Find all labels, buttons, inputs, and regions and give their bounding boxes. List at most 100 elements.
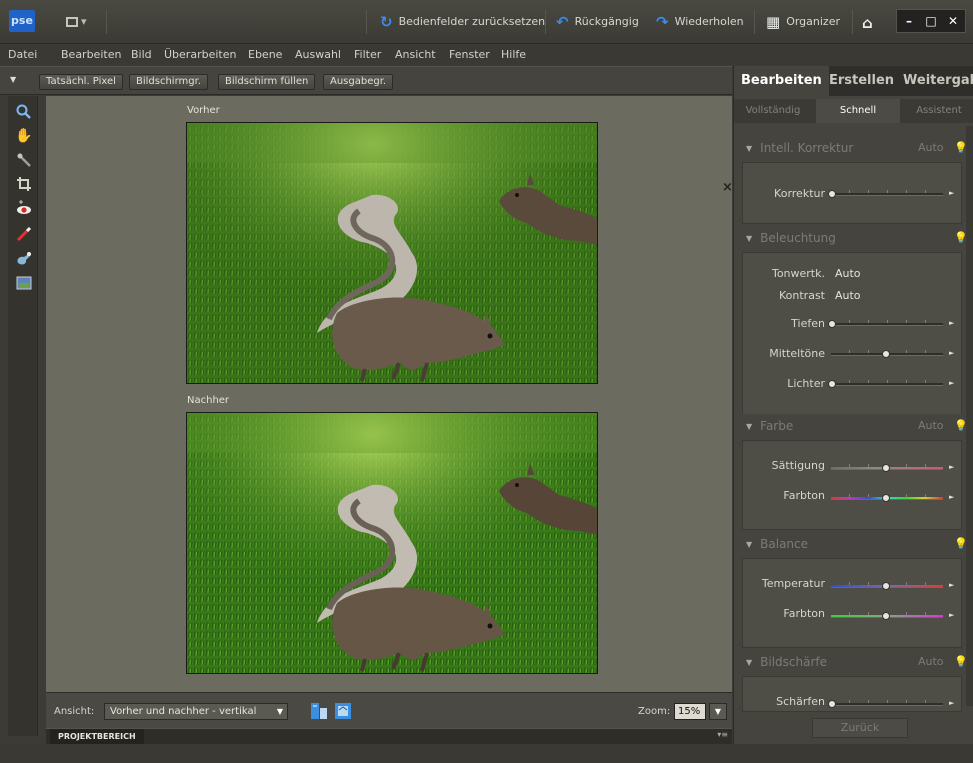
undo-button[interactable]: ↶ Rückgängig bbox=[556, 12, 639, 32]
korrektur-slider[interactable]: ► bbox=[828, 189, 954, 199]
quick-selection-tool-icon[interactable] bbox=[15, 152, 33, 170]
view-mode-select[interactable]: Vorher und nachher - vertikal ▼ bbox=[104, 703, 288, 720]
organizer-grid-icon: ▦ bbox=[766, 13, 781, 31]
right-panel: Bearbeiten Erstellen Weitergabe Vollstän… bbox=[733, 66, 973, 744]
slider-expand-icon[interactable]: ► bbox=[949, 699, 954, 707]
slider-expand-icon[interactable]: ► bbox=[949, 581, 954, 589]
subtab-vollstaendig[interactable]: Vollständig bbox=[734, 99, 812, 123]
menu-bearbeiten[interactable]: Bearbeiten bbox=[61, 48, 121, 61]
tab-erstellen[interactable]: Erstellen bbox=[822, 66, 901, 96]
slider-knob[interactable] bbox=[828, 700, 836, 708]
midtones-slider[interactable]: ► bbox=[831, 349, 954, 359]
crop-tool-icon[interactable] bbox=[15, 176, 33, 194]
menu-hilfe[interactable]: Hilfe bbox=[501, 48, 526, 61]
fit-screen-button[interactable]: Bildschirmgr. bbox=[129, 74, 208, 90]
slider-knob[interactable] bbox=[828, 190, 836, 198]
options-collapse-icon[interactable]: ▼ bbox=[10, 75, 16, 84]
tab-weitergabe[interactable]: Weitergabe bbox=[896, 66, 973, 96]
lighting-header[interactable]: ▼ Beleuchtung 💡 bbox=[734, 226, 968, 250]
slider-knob[interactable] bbox=[882, 582, 890, 590]
home-icon: ⌂ bbox=[862, 13, 873, 32]
smart-fix-header[interactable]: ▼ Intell. Korrektur Auto 💡 bbox=[734, 136, 968, 160]
smart-fix-auto-button[interactable]: Auto bbox=[918, 136, 944, 160]
collapse-triangle-icon: ▼ bbox=[746, 234, 753, 243]
sharpness-header[interactable]: ▼ Bildschärfe Auto 💡 bbox=[734, 650, 968, 674]
menu-filter[interactable]: Filter bbox=[354, 48, 381, 61]
slider-knob[interactable] bbox=[882, 464, 890, 472]
slider-knob[interactable] bbox=[882, 612, 890, 620]
panel-menu-icon[interactable]: ▾≡ bbox=[717, 730, 728, 739]
swap-before-after-icon[interactable] bbox=[310, 702, 328, 720]
slider-expand-icon[interactable]: ► bbox=[949, 493, 954, 501]
slider-knob[interactable] bbox=[828, 320, 836, 328]
color-auto-button[interactable]: Auto bbox=[918, 414, 944, 438]
color-header[interactable]: ▼ Farbe Auto 💡 bbox=[734, 414, 968, 438]
levels-auto-button[interactable]: Auto bbox=[835, 267, 861, 280]
hand-tool-icon[interactable]: ✋ bbox=[15, 127, 33, 145]
zoom-dropdown-icon[interactable]: ▼ bbox=[709, 703, 727, 720]
blue-sky-tool-icon[interactable] bbox=[15, 251, 33, 269]
menu-ansicht[interactable]: Ansicht bbox=[395, 48, 436, 61]
hue-slider[interactable]: ► bbox=[831, 493, 954, 503]
after-image[interactable] bbox=[186, 412, 598, 674]
layout-menu-button[interactable]: ▾ bbox=[62, 12, 100, 32]
print-size-button[interactable]: Ausgabegr. bbox=[323, 74, 394, 90]
highlights-label: Lichter bbox=[787, 377, 825, 390]
slider-expand-icon[interactable]: ► bbox=[949, 349, 954, 357]
slider-expand-icon[interactable]: ► bbox=[949, 189, 954, 197]
fill-screen-button[interactable]: Bildschirm füllen bbox=[218, 74, 316, 90]
contrast-auto-button[interactable]: Auto bbox=[835, 289, 861, 302]
project-bin-tab[interactable]: PROJEKTBEREICH bbox=[50, 729, 144, 744]
balance-header[interactable]: ▼ Balance 💡 bbox=[734, 532, 968, 556]
whiten-teeth-tool-icon[interactable] bbox=[15, 226, 33, 244]
organizer-button[interactable]: ▦ Organizer bbox=[766, 12, 840, 32]
menu-fenster[interactable]: Fenster bbox=[449, 48, 490, 61]
tab-bearbeiten[interactable]: Bearbeiten bbox=[734, 66, 829, 96]
menu-datei[interactable]: Datei bbox=[8, 48, 37, 61]
tint-slider[interactable]: ► bbox=[831, 611, 954, 621]
redo-button[interactable]: ↷ Wiederholen bbox=[656, 12, 744, 32]
zoom-input[interactable]: 15% bbox=[674, 703, 706, 720]
zoom-tool-icon[interactable] bbox=[15, 104, 33, 122]
reset-panels-button[interactable]: ↻ Bedienfelder zurücksetzen bbox=[380, 12, 545, 32]
slider-knob[interactable] bbox=[882, 494, 890, 502]
highlights-slider[interactable]: ► bbox=[828, 379, 954, 389]
menu-auswahl[interactable]: Auswahl bbox=[295, 48, 341, 61]
subtab-assistent[interactable]: Assistent bbox=[904, 99, 973, 123]
temperature-slider[interactable]: ► bbox=[831, 581, 954, 591]
panel-scrollbar[interactable] bbox=[966, 126, 973, 706]
collapse-triangle-icon: ▼ bbox=[746, 144, 753, 153]
sharpness-auto-button[interactable]: Auto bbox=[918, 650, 944, 674]
tint-label: Farbton bbox=[783, 607, 825, 620]
minimize-icon[interactable]: – bbox=[899, 12, 919, 30]
menu-ebene[interactable]: Ebene bbox=[248, 48, 282, 61]
actual-pixels-button[interactable]: Tatsächl. Pixel bbox=[39, 74, 123, 90]
home-button[interactable]: ⌂ bbox=[862, 12, 879, 32]
before-image[interactable] bbox=[186, 122, 598, 384]
black-white-tool-icon[interactable] bbox=[15, 276, 33, 294]
slider-knob[interactable] bbox=[882, 350, 890, 358]
menu-bild[interactable]: Bild bbox=[131, 48, 152, 61]
slider-knob[interactable] bbox=[828, 380, 836, 388]
slider-expand-icon[interactable]: ► bbox=[949, 319, 954, 327]
balance-title: Balance bbox=[760, 537, 809, 551]
back-button[interactable]: Zurück bbox=[812, 718, 908, 738]
close-compare-icon[interactable]: × bbox=[722, 180, 733, 195]
sync-view-icon[interactable] bbox=[334, 702, 352, 720]
menu-ueberarbeiten[interactable]: Überarbeiten bbox=[164, 48, 236, 61]
red-eye-tool-icon[interactable] bbox=[15, 200, 33, 218]
window-controls: – □ ✕ bbox=[896, 9, 966, 33]
slider-expand-icon[interactable]: ► bbox=[949, 611, 954, 619]
slider-expand-icon[interactable]: ► bbox=[949, 463, 954, 471]
maximize-icon[interactable]: □ bbox=[921, 12, 941, 30]
close-window-icon[interactable]: ✕ bbox=[943, 12, 963, 30]
shadows-slider[interactable]: ► bbox=[828, 319, 954, 329]
sharpen-slider[interactable]: ► bbox=[828, 699, 954, 709]
saturation-slider[interactable]: ► bbox=[831, 463, 954, 473]
subtab-schnell[interactable]: Schnell bbox=[816, 99, 900, 123]
separator bbox=[852, 10, 853, 34]
slider-expand-icon[interactable]: ► bbox=[949, 379, 954, 387]
redo-icon: ↷ bbox=[656, 13, 669, 31]
levels-label: Tonwertk. bbox=[771, 267, 825, 280]
contrast-label: Kontrast bbox=[779, 289, 825, 302]
